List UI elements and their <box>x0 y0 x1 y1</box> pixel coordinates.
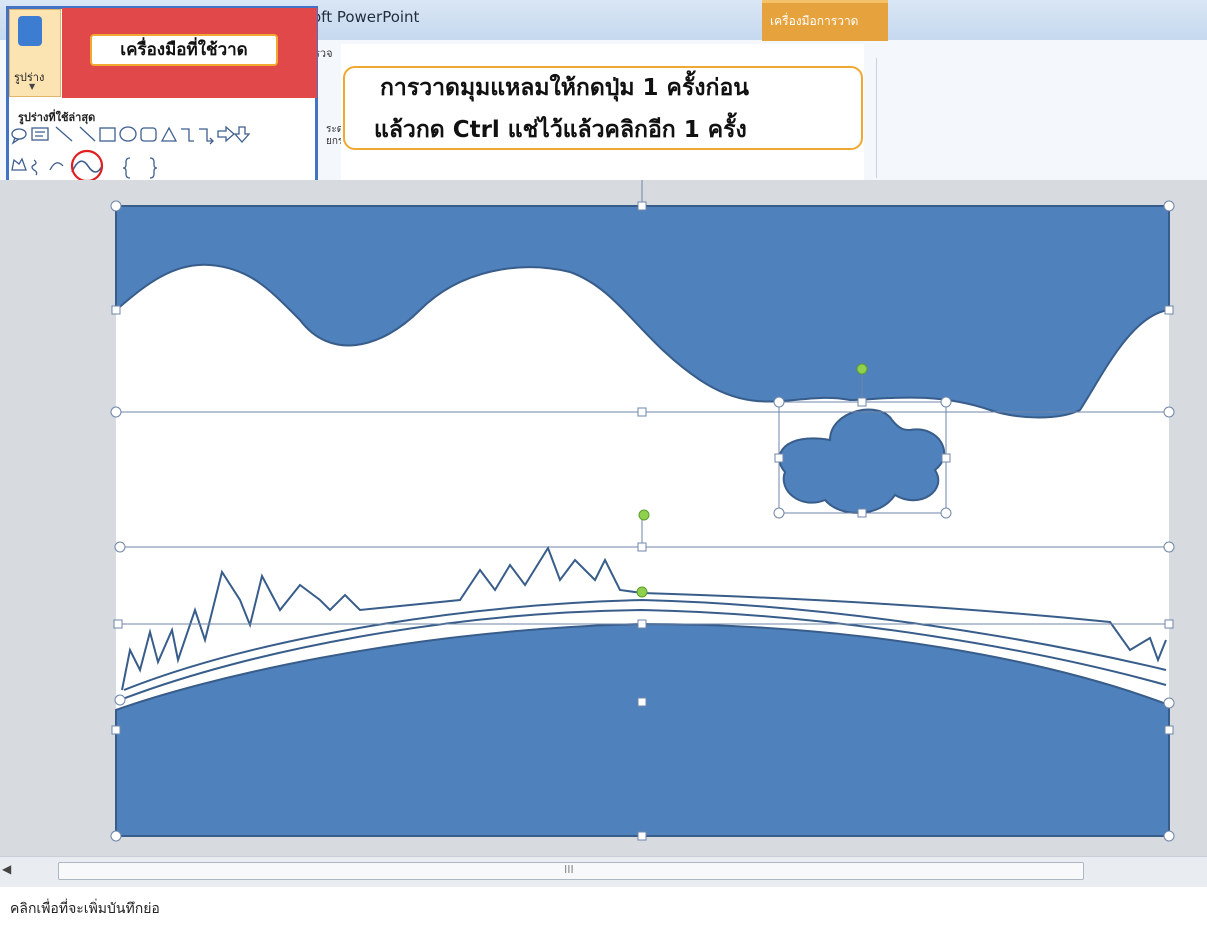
scroll-left-arrow-icon[interactable]: ◀ <box>2 862 11 876</box>
recent-shapes-grid <box>11 125 251 182</box>
oval-icon[interactable] <box>119 126 137 142</box>
window-title: oft PowerPoint <box>312 8 420 26</box>
elbow-arrow-connector-icon[interactable] <box>199 128 214 145</box>
down-arrow-icon[interactable] <box>233 126 251 143</box>
drawing-tools-label: เครื่องมือที่ใช้วาด <box>90 34 278 66</box>
text-box-icon[interactable] <box>31 127 49 141</box>
shapes-icon <box>18 16 42 46</box>
instruction-line-1: การวาดมุมแหลมให้กดปุ่ม 1 ครั้งก่อน <box>380 75 749 101</box>
slide-canvas[interactable] <box>0 180 1207 856</box>
curve-icon[interactable] <box>70 149 104 182</box>
rounded-rectangle-icon[interactable] <box>140 127 157 142</box>
tab-drawing-tools-label: เครื่องมือการวาด <box>770 14 859 28</box>
speech-bubble-icon[interactable] <box>11 128 27 145</box>
triangle-icon[interactable] <box>160 126 178 142</box>
scrollbar-grip: III <box>564 863 574 876</box>
arrow-line-icon[interactable] <box>79 126 96 142</box>
arc-icon[interactable] <box>49 162 64 171</box>
scribble-icon[interactable] <box>31 159 38 176</box>
freeform-icon[interactable] <box>11 157 27 171</box>
notes-pane[interactable] <box>0 887 1207 926</box>
left-brace-icon[interactable] <box>122 157 131 179</box>
elbow-connector-icon[interactable] <box>181 128 194 142</box>
right-brace-icon[interactable] <box>149 157 158 179</box>
right-arrow-icon[interactable] <box>217 125 235 143</box>
line-icon[interactable] <box>55 126 73 142</box>
notes-placeholder[interactable]: คลิกเพื่อที่จะเพิ่มบันทึกย่อ <box>10 898 160 920</box>
dropdown-arrow-icon: ▼ <box>29 82 36 91</box>
rectangle-icon[interactable] <box>99 127 116 142</box>
instruction-line-2: แล้วกด Ctrl แช่ไว้แล้วคลิกอีก 1 ครั้ง <box>374 117 747 143</box>
ribbon-separator <box>876 58 877 178</box>
